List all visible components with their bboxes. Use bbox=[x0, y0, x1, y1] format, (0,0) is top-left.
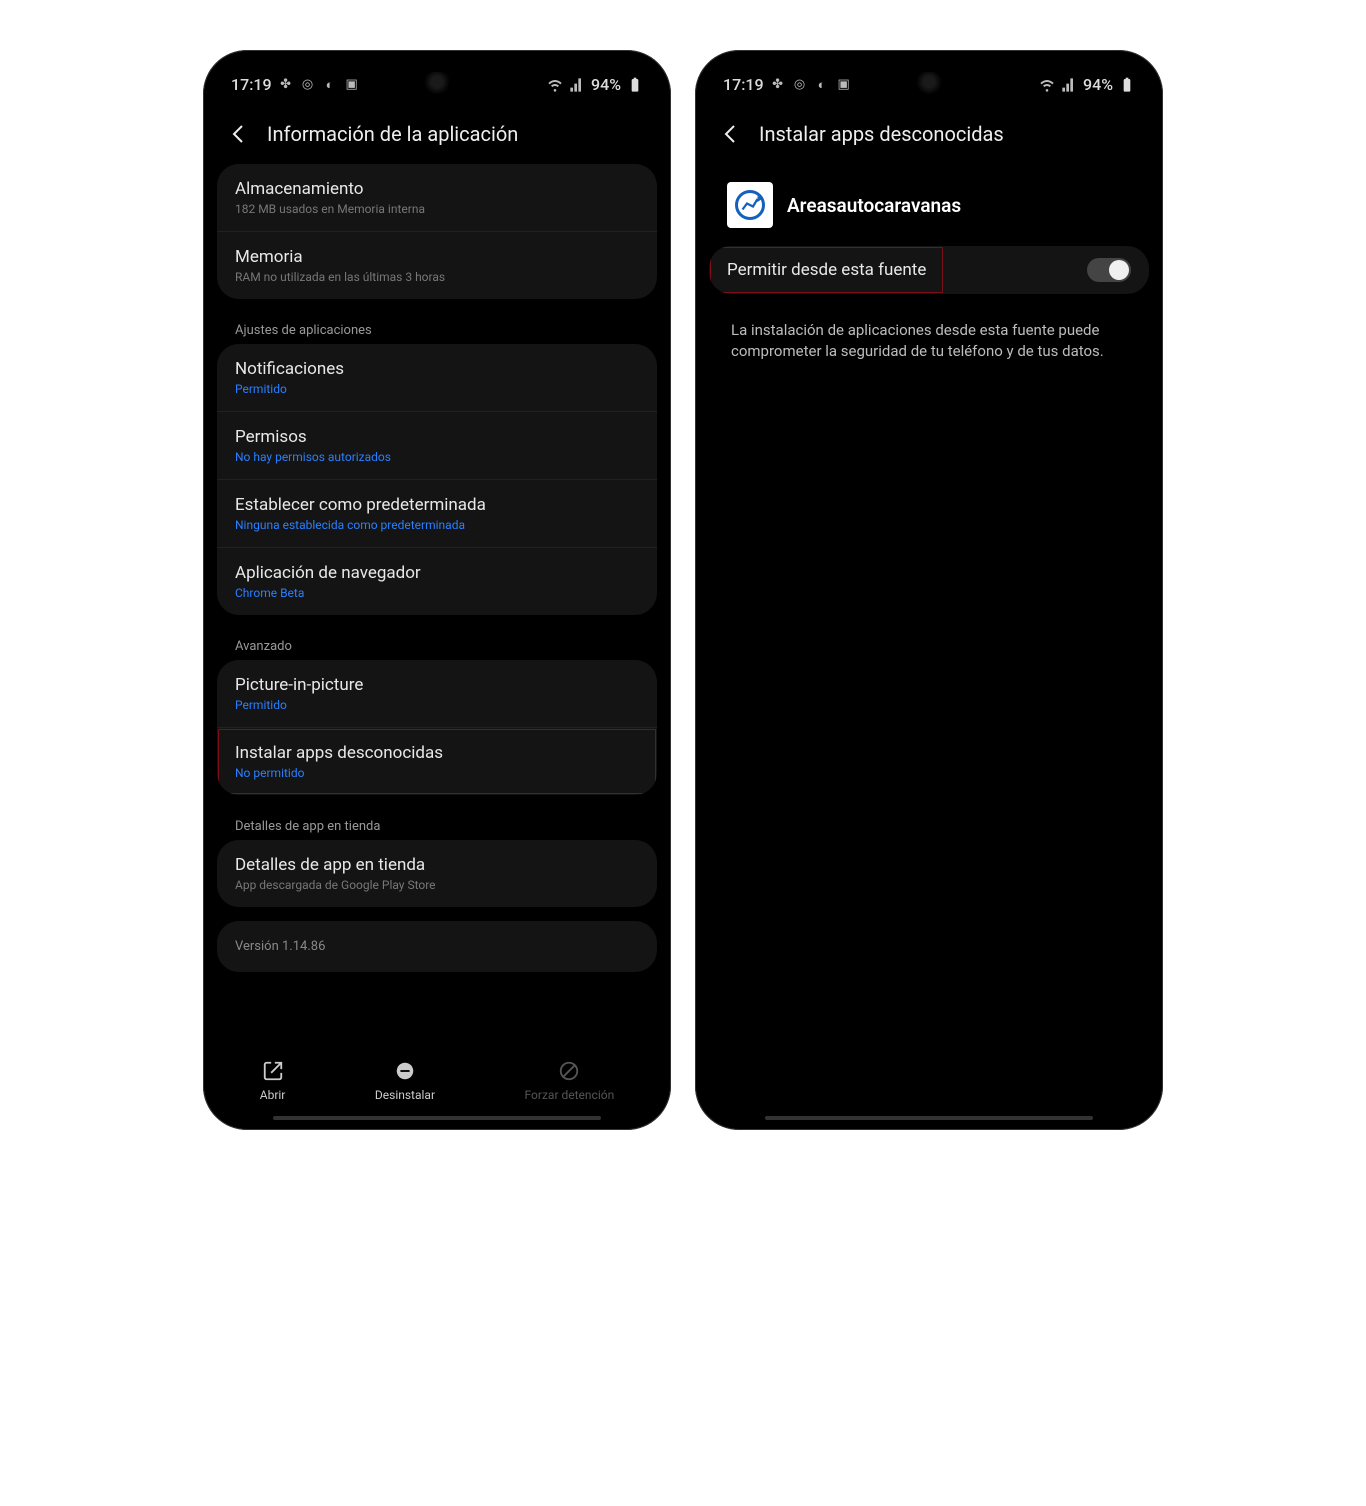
app-header: Areasautocaravanas bbox=[709, 164, 1149, 246]
app-icon bbox=[727, 182, 773, 228]
row-memory[interactable]: Memoria RAM no utilizada en las últimas … bbox=[217, 232, 657, 299]
row-default[interactable]: Establecer como predeterminada Ninguna e… bbox=[217, 480, 657, 548]
app-name: Areasautocaravanas bbox=[787, 194, 961, 217]
status-time: 17:19 bbox=[723, 75, 764, 94]
battery-pct: 94% bbox=[591, 75, 621, 94]
warning-text: La instalación de aplicaciones desde est… bbox=[709, 308, 1149, 374]
phone-left: 17:19 ✤ ◎ ◐ ▣ 94% Información de la apli… bbox=[203, 50, 671, 1130]
bottom-actions: Abrir Desinstalar Forzar detención bbox=[203, 1060, 671, 1102]
data-saver-icon: ◐ bbox=[814, 77, 830, 93]
allow-source-label: Permitir desde esta fuente bbox=[727, 260, 926, 280]
signal-icon bbox=[569, 77, 585, 93]
group-store: Detalles de app en tienda bbox=[217, 809, 657, 840]
picture-icon: ▣ bbox=[836, 77, 852, 93]
front-camera bbox=[915, 72, 943, 94]
back-button[interactable] bbox=[719, 122, 743, 146]
allow-source-toggle[interactable] bbox=[1087, 258, 1131, 282]
wifi-icon bbox=[1039, 77, 1055, 93]
row-storage[interactable]: Almacenamiento 182 MB usados en Memoria … bbox=[217, 164, 657, 232]
back-button[interactable] bbox=[227, 122, 251, 146]
bluetooth-icon: ✤ bbox=[278, 77, 294, 93]
battery-icon bbox=[1119, 77, 1135, 93]
version-label: Versión 1.14.86 bbox=[217, 921, 657, 972]
page-title: Instalar apps desconocidas bbox=[759, 122, 1004, 146]
picture-icon: ▣ bbox=[344, 77, 360, 93]
row-permissions[interactable]: Permisos No hay permisos autorizados bbox=[217, 412, 657, 480]
group-advanced: Avanzado bbox=[217, 629, 657, 660]
open-icon bbox=[262, 1060, 284, 1082]
row-store-details[interactable]: Detalles de app en tienda App descargada… bbox=[217, 840, 657, 907]
battery-icon bbox=[627, 77, 643, 93]
row-browser[interactable]: Aplicación de navegador Chrome Beta bbox=[217, 548, 657, 615]
front-camera bbox=[423, 72, 451, 94]
row-notifications[interactable]: Notificaciones Permitido bbox=[217, 344, 657, 412]
minus-circle-icon bbox=[394, 1060, 416, 1082]
group-settings: Ajustes de aplicaciones bbox=[217, 313, 657, 344]
signal-icon bbox=[1061, 77, 1077, 93]
phone-right: 17:19 ✤ ◎ ◐ ▣ 94% Instalar apps desconoc… bbox=[695, 50, 1163, 1130]
wifi-icon bbox=[547, 77, 563, 93]
row-allow-source[interactable]: Permitir desde esta fuente bbox=[709, 246, 1149, 294]
page-title: Información de la aplicación bbox=[267, 122, 518, 146]
open-button[interactable]: Abrir bbox=[260, 1060, 286, 1102]
battery-pct: 94% bbox=[1083, 75, 1113, 94]
row-pip[interactable]: Picture-in-picture Permitido bbox=[217, 660, 657, 728]
instagram-icon: ◎ bbox=[300, 77, 316, 93]
row-install-unknown[interactable]: Instalar apps desconocidas No permitido bbox=[217, 728, 657, 795]
instagram-icon: ◎ bbox=[792, 77, 808, 93]
data-saver-icon: ◐ bbox=[322, 77, 338, 93]
block-icon bbox=[558, 1060, 580, 1082]
status-time: 17:19 bbox=[231, 75, 272, 94]
uninstall-button[interactable]: Desinstalar bbox=[375, 1060, 435, 1102]
bluetooth-icon: ✤ bbox=[770, 77, 786, 93]
force-stop-button: Forzar detención bbox=[525, 1060, 615, 1102]
